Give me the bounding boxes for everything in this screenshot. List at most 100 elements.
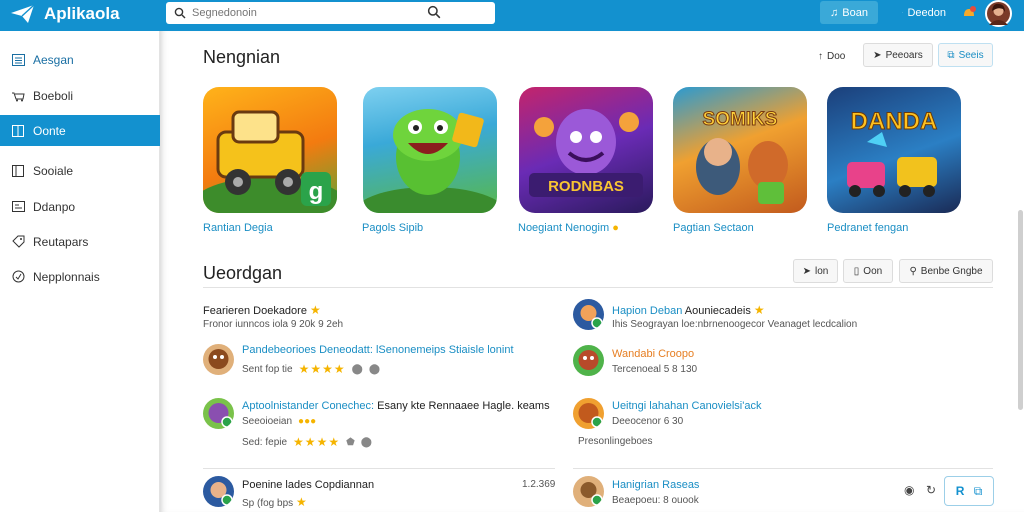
floating-toolbar: R ⧉ [944,476,994,506]
featured-see-all-label: Seeis [958,49,984,61]
recent-view-button[interactable]: ⚲ Benbe Gngbe [899,259,993,283]
sidebar-item-boeboli[interactable]: Boeboli [0,80,160,111]
app-tile-label[interactable]: Pagtian Sectaon [673,222,754,234]
app-tile-label-text: Noegiant Nenogim [518,222,610,234]
sidebar-item-aesgan[interactable]: Aesgan [0,44,160,75]
sidebar-item-label: Boeboli [33,88,74,103]
share-icon[interactable]: ⬤ [369,364,380,375]
avatar[interactable] [573,345,604,376]
featured-see-all-button[interactable]: ⧉ Seeis [938,43,993,67]
list-item-title[interactable]: Hanigrian Raseas [612,479,699,491]
tile-art-text: g [309,178,324,205]
edit-icon[interactable]: R [956,484,965,498]
recent-action-button[interactable]: ➤ lon [793,259,838,283]
app-name: Aplikaola [44,4,120,23]
sidebar-item-reutapars[interactable]: Reutapars [0,226,160,257]
sidebar-item-label: Ddanpo [33,199,76,214]
sort-button[interactable]: ↑ Doo [812,44,851,68]
app-tile-label[interactable]: Pedranet fengan [827,222,908,234]
list-item-title[interactable]: Aptoolnistander Conechec: Esany kte Renn… [242,400,550,412]
refresh-icon[interactable]: ↻ [926,483,936,497]
sidebar-item-label: Aesgan [33,52,74,67]
truck-art-icon: g [203,110,337,213]
app-tile-label[interactable]: Pagols Sipib [362,222,423,234]
tile-art-text: DANDA [851,108,938,135]
featured-section-title: Nengnian [203,47,281,67]
top-bar: Aplikaola ♫ Boan Deedon [0,0,1024,31]
list-item-sub-text: Sp (fog bps [242,498,294,509]
arrow-icon: ➤ [802,265,812,277]
info-icon[interactable]: ◉ [904,483,914,497]
list-item-sub: Tercenoeal 5 8 130 [612,364,698,375]
tile-art-text: RODNBAS [548,178,624,195]
search-submit-icon[interactable] [427,5,441,19]
grid-icon [11,53,25,67]
list-item-title-rest: Aouniecadeis [684,305,751,317]
list-item-meta: Seeoioeian ●●● [242,416,316,427]
monster-art-icon: RODNBAS [529,109,643,197]
card-icon [11,200,25,214]
list-item-link[interactable]: Hapion Deban [612,305,682,317]
avatar[interactable] [203,398,234,429]
search-bar[interactable] [166,2,495,24]
scrollbar[interactable] [1018,210,1023,410]
list-item-title-rest: Esany kte Rennaaee Hagle. keams [377,400,550,412]
list-item-sub: Ihis Seograyan loe:nbrnenoogecor Veanage… [612,319,858,330]
list-item-title[interactable]: Poenine lades Copdiannan [242,479,374,491]
avatar[interactable] [573,476,604,507]
list-item-sub: Sp (fog bps ★ [242,495,308,509]
list-item-title[interactable]: Pandebeorioes Deneodatt: lSenonemeips St… [242,344,514,356]
user-avatar[interactable] [985,0,1012,27]
divider [573,468,993,469]
avatar[interactable] [203,344,234,375]
featured-action-button[interactable]: ➤ Peeoars [863,43,933,67]
coin-icon: ● [612,222,619,234]
book-icon [11,124,25,138]
list-item-title[interactable]: Wandabi Croopo [612,348,694,360]
list-item-link[interactable]: Aptoolnistander Conechec: [242,400,374,412]
avatar[interactable] [203,476,234,507]
sort-icon: ↑ [818,50,823,62]
star-icon: ★ [295,495,308,509]
notification-icon[interactable] [960,4,978,27]
avatar[interactable] [573,299,604,330]
list-item-link[interactable]: Pandebeorioes [242,344,316,356]
app-tile[interactable]: g [203,87,337,213]
person-icon: ⚲ [909,265,917,277]
search-input[interactable] [192,7,432,19]
recent-filter-button[interactable]: ▯ Oon [843,259,893,283]
sidebar-item-nepplonnais[interactable]: Nepplonnais [0,261,160,292]
app-tile[interactable]: DANDA [827,87,961,213]
divider [203,287,993,288]
list-item-sub: Seeoioeian [242,416,293,427]
warrior-art-icon: SOMIKS [696,109,788,204]
search-icon [174,7,186,19]
avatar[interactable] [573,398,604,429]
list-header-title: Fearieren Doekadore ★ [203,303,322,317]
share-icon[interactable]: ⬤ [361,437,372,448]
coin-icon: ●●● [298,416,317,427]
list-item-title[interactable]: Ueitngi lahahan Canovielsi'ack [612,400,761,412]
app-tile[interactable] [363,87,497,213]
expand-icon[interactable]: ⧉ [974,484,983,499]
download-icon[interactable]: ⬤ [352,364,363,375]
cart-icon [11,89,25,103]
top-action-button[interactable]: ♫ Boan [820,1,878,24]
top-secondary-label: Deedon [907,6,946,19]
arrow-icon: ➤ [873,49,882,61]
app-brand[interactable]: Aplikaola [10,4,120,24]
app-tile[interactable]: RODNBAS [519,87,653,213]
list-item-sub: Deeocenor 6 30 [612,416,684,427]
app-tile[interactable]: SOMIKS [673,87,807,213]
sidebar-item-label: Sooiale [33,163,74,178]
top-secondary-button[interactable]: Deedon [894,1,954,24]
sidebar-item-sooiale[interactable]: Sooiale [0,155,160,186]
sidebar-item-oonte[interactable]: Oonte [0,115,160,146]
app-tile-label[interactable]: Rantian Degia [203,222,273,234]
sidebar-item-label: Reutapars [33,234,89,249]
list-item-title[interactable]: Hapion Deban Aouniecadeis ★ [612,303,766,317]
list-item-title-rest: Deneodatt: lSenonemeips Stiaisle lonint [319,344,514,356]
app-tile-label[interactable]: Noegiant Nenogim ● [518,222,619,234]
sidebar-item-ddanpo[interactable]: Ddanpo [0,191,160,222]
trophy-icon[interactable]: ⬟ [346,437,355,448]
